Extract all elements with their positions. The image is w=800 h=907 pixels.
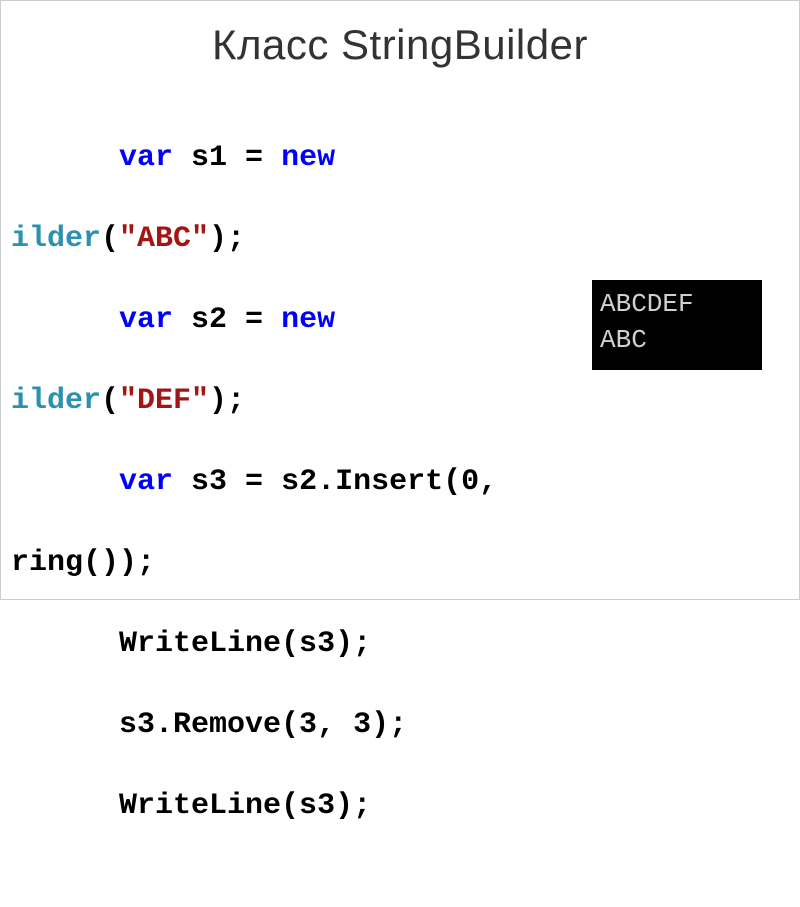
code-line: ilder("DEF"); [11,381,789,422]
console-output: ABCDEF ABC [592,280,762,370]
code-line: s3.Remove(3, 3); [11,705,789,746]
code-line: ring()); [11,543,789,584]
type-name: ilder [11,222,101,256]
type-name: ilder [11,384,101,418]
code-line: var s1 = new [11,138,789,179]
keyword-var: var [119,303,173,337]
code-line: WriteLine(s3); [11,624,789,665]
output-line: ABC [600,322,754,358]
keyword-new: new [281,303,335,337]
keyword-var: var [119,141,173,175]
string-literal: "DEF" [119,384,209,418]
code-line: var s3 = s2.Insert(0, [11,462,789,503]
output-line: ABCDEF [600,286,754,322]
keyword-var: var [119,465,173,499]
code-block: var s1 = new ilder("ABC"); var s2 = new … [11,97,789,907]
slide-container: Класс StringBuilder var s1 = new ilder("… [0,0,800,600]
keyword-new: new [281,141,335,175]
string-literal: "ABC" [119,222,209,256]
code-line: WriteLine(s3); [11,786,789,827]
code-line: ilder("ABC"); [11,219,789,260]
slide-title: Класс StringBuilder [11,21,789,69]
